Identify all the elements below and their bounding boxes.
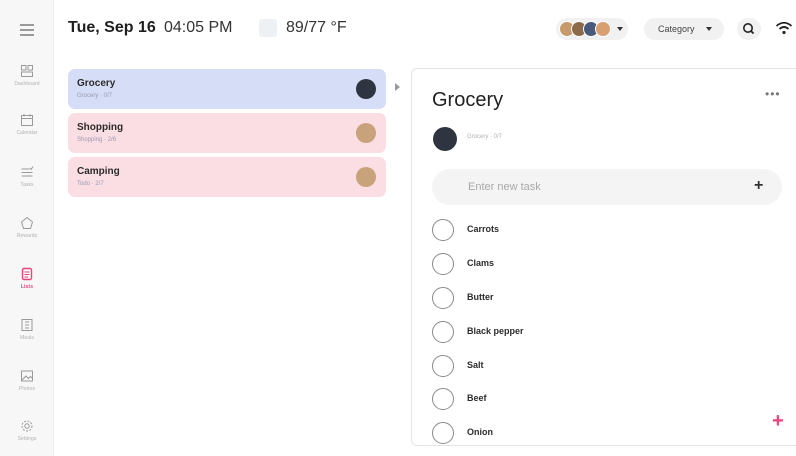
search-button[interactable] — [737, 18, 761, 40]
task-item[interactable]: Salt — [432, 355, 782, 377]
avatar — [356, 79, 376, 99]
list-title: Shopping — [77, 122, 124, 133]
nav-item-tasks[interactable]: Tasks — [0, 165, 54, 188]
nav-item-calendar[interactable]: Calendar — [0, 113, 54, 136]
task-checkbox[interactable] — [432, 388, 454, 410]
avatar — [595, 21, 611, 37]
nav-item-settings[interactable]: Settings — [0, 419, 54, 442]
header-date: Tue, Sep 16 — [68, 19, 156, 36]
task-label: Black pepper — [467, 326, 524, 336]
nav-item-lists[interactable]: Lists — [0, 267, 54, 290]
settings-icon — [21, 420, 33, 432]
task-label: Carrots — [467, 224, 500, 234]
task-checkbox[interactable] — [432, 321, 454, 343]
task-checkbox[interactable] — [432, 287, 454, 309]
task-label: Salt — [467, 360, 484, 370]
list-detail-meta: Grocery · 0/7 — [467, 134, 503, 140]
task-checkbox[interactable] — [432, 422, 454, 444]
list-subtitle: Shopping · 2/6 — [77, 137, 117, 143]
task-item[interactable]: Black pepper — [432, 321, 782, 343]
lists-icon — [21, 267, 33, 281]
nav-item-meals[interactable]: Meals — [0, 318, 54, 341]
task-label: Butter — [467, 292, 494, 302]
task-label: Onion — [467, 427, 493, 437]
search-icon — [743, 23, 755, 35]
nav-label: Meals — [20, 335, 34, 341]
nav-item-rewards[interactable]: Rewards — [0, 216, 54, 239]
nav-label: Settings — [17, 436, 37, 442]
meals-icon — [21, 319, 33, 331]
task-item[interactable]: Beef — [432, 388, 782, 410]
task-item[interactable]: Clams — [432, 253, 782, 275]
weather-icon — [259, 19, 277, 37]
nav-label: Calendar — [16, 130, 38, 136]
menu-icon[interactable] — [20, 24, 34, 36]
nav-label: Rewards — [16, 233, 38, 239]
task-item[interactable]: Carrots — [432, 219, 782, 241]
dashboard-icon — [21, 65, 33, 77]
list-subtitle: Todo · 2/7 — [77, 181, 104, 187]
category-label: Category — [658, 24, 695, 34]
header-time: 04:05 PM — [164, 19, 233, 36]
nav-label: Tasks — [20, 182, 34, 188]
avatar — [356, 167, 376, 187]
nav-label: Lists — [20, 284, 34, 290]
nav-label: Photos — [18, 386, 36, 392]
calendar-icon — [21, 114, 33, 126]
avatar — [433, 127, 457, 151]
more-options-icon[interactable]: ••• — [765, 87, 781, 101]
photos-icon — [21, 370, 33, 382]
family-members-button[interactable] — [556, 18, 628, 40]
rewards-icon — [20, 216, 34, 229]
wifi-icon — [775, 21, 793, 35]
header-temperature: 89/77 °F — [286, 19, 347, 36]
list-detail-panel: Grocery ••• Grocery · 0/7 + Carrots Clam… — [411, 68, 796, 446]
task-item[interactable]: Onion — [432, 422, 782, 444]
task-item[interactable]: Butter — [432, 287, 782, 309]
nav-item-photos[interactable]: Photos — [0, 369, 54, 392]
new-task-input[interactable] — [468, 179, 748, 195]
task-checkbox[interactable] — [432, 253, 454, 275]
category-dropdown[interactable]: Category — [644, 18, 724, 40]
nav-label: Dashboard — [14, 81, 40, 87]
nav-rail: Dashboard Calendar Tasks Rewards Lists M… — [0, 0, 54, 456]
list-detail-title: Grocery — [432, 89, 504, 111]
list-title: Grocery — [77, 78, 116, 89]
list-card-camping[interactable]: Camping Todo · 2/7 — [68, 157, 386, 197]
chevron-down-icon — [706, 27, 712, 31]
task-label: Beef — [467, 393, 487, 403]
list-card-shopping[interactable]: Shopping Shopping · 2/6 — [68, 113, 386, 153]
chevron-right-icon — [395, 83, 400, 91]
chevron-down-icon — [617, 27, 623, 31]
list-card-grocery[interactable]: Grocery Grocery · 0/7 — [68, 69, 386, 109]
list-title: Camping — [77, 166, 120, 177]
list-subtitle: Grocery · 0/7 — [77, 93, 113, 99]
tasks-icon — [21, 166, 34, 177]
nav-item-dashboard[interactable]: Dashboard — [0, 64, 54, 87]
task-checkbox[interactable] — [432, 219, 454, 241]
avatar — [356, 123, 376, 143]
task-checkbox[interactable] — [432, 355, 454, 377]
add-button[interactable]: + — [772, 411, 784, 431]
new-task-field[interactable]: + — [432, 169, 782, 205]
add-task-icon[interactable]: + — [754, 177, 763, 195]
task-label: Clams — [467, 258, 495, 268]
